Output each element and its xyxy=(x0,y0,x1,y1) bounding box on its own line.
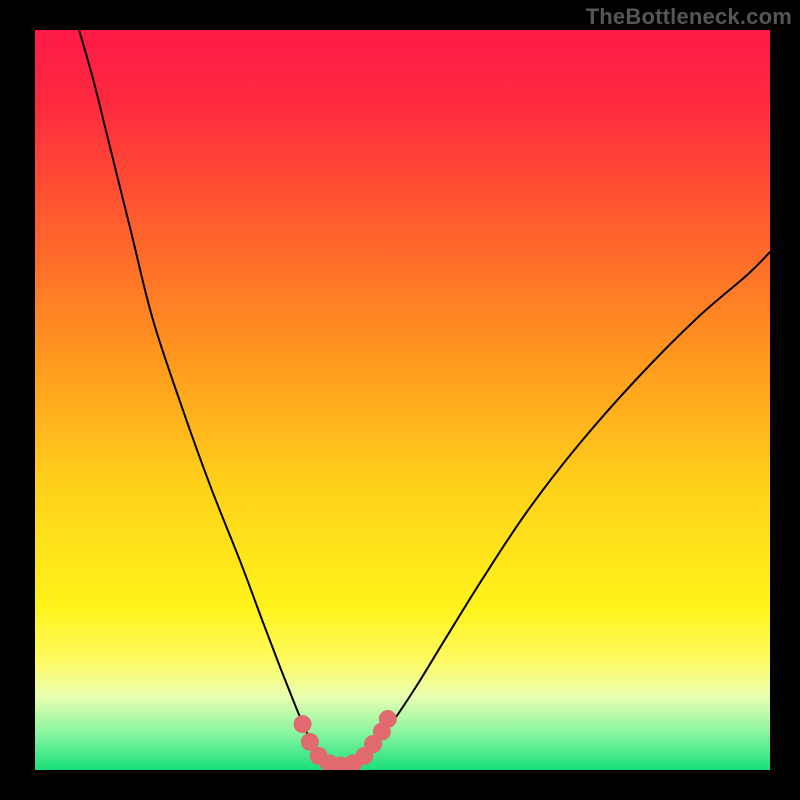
watermark-text: TheBottleneck.com xyxy=(586,4,792,30)
plot-area xyxy=(35,30,770,770)
chart-stage: TheBottleneck.com xyxy=(0,0,800,800)
curve-marker xyxy=(379,710,397,728)
curve-marker xyxy=(294,715,312,733)
chart-svg xyxy=(35,30,770,770)
gradient-background xyxy=(35,30,770,770)
